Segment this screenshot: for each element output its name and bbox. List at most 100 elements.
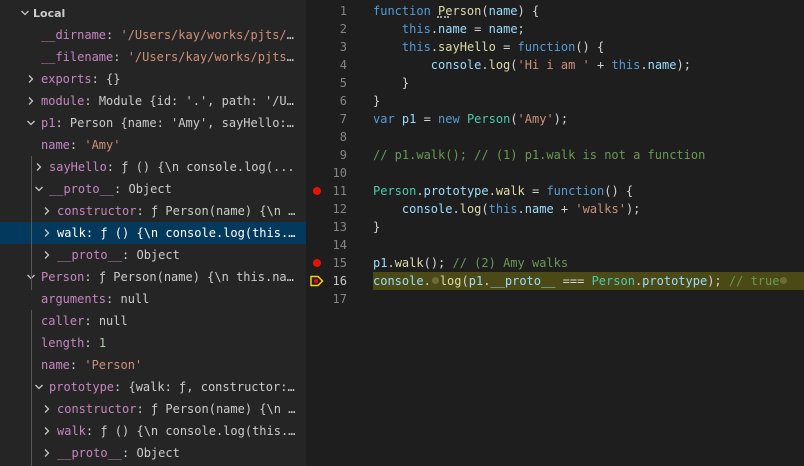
variable-row[interactable]: __filename: '/Users/kay/works/pjts/test.… (0, 46, 306, 68)
variable-value: ƒ () {\n console.log(... (121, 160, 295, 174)
variable-separator: : (84, 94, 99, 108)
code-text: } (373, 218, 380, 236)
code-line[interactable]: 4 console.log('Hi i am ' + this.name); (306, 56, 804, 74)
chevron-right-icon[interactable] (26, 90, 36, 112)
code-token: this (488, 202, 518, 216)
chevron-right-icon[interactable] (42, 200, 52, 222)
variable-entry: caller: null (41, 314, 300, 328)
line-number: 10 (332, 166, 347, 180)
inline-breakpoint-icon[interactable] (780, 277, 788, 284)
variable-row[interactable]: name: 'Amy' (0, 134, 306, 156)
code-line[interactable]: 16 console. log(p1.__proto__ === Person.pr… (306, 272, 804, 290)
code-token: name (647, 58, 677, 72)
variable-name: __proto__ (49, 182, 115, 196)
code-line[interactable]: 9 // p1.walk(); // (1) p1.walk is not a f… (306, 146, 804, 164)
code-token: name (488, 22, 518, 36)
code-line[interactable]: 17 (306, 290, 804, 308)
variable-row[interactable]: walk: ƒ () {\n console.log(this.n... (0, 222, 306, 244)
chevron-down-icon[interactable] (34, 178, 44, 200)
code-token: = (495, 40, 518, 54)
code-line[interactable]: 13} (306, 218, 804, 236)
variable-separator: : (85, 226, 101, 240)
variable-entry: __proto__: Object (49, 182, 300, 196)
chevron-right-icon[interactable] (26, 68, 36, 90)
variable-row[interactable]: __dirname: '/Users/kay/works/pjts/test/.… (0, 24, 306, 46)
inline-breakpoint-icon[interactable] (431, 277, 439, 284)
variable-value: '/Users/kay/works/pjts/test... (127, 50, 300, 64)
code-token: name (524, 202, 554, 216)
variable-row[interactable]: p1: Person {name: 'Amy', sayHello: ƒ} (0, 112, 306, 134)
code-token: . (387, 256, 395, 270)
line-number: 13 (332, 220, 347, 234)
variable-name: exports (41, 72, 92, 86)
code-line[interactable]: 2 this.name = name; (306, 20, 804, 38)
variable-row[interactable]: sayHello: ƒ () {\n console.log(... (0, 156, 306, 178)
variable-row[interactable]: __proto__: Object (0, 442, 306, 464)
variable-row[interactable]: length: 1 (0, 332, 306, 354)
variable-row[interactable]: caller: null (0, 310, 306, 332)
variable-name: constructor (57, 204, 137, 218)
line-number: 12 (332, 202, 347, 216)
variable-entry: walk: ƒ () {\n console.log(this.n... (57, 424, 300, 438)
variable-row[interactable]: __proto__: Object (0, 244, 306, 266)
code-token: = (416, 112, 439, 126)
variable-name: walk (57, 226, 86, 240)
code-line[interactable]: 12 console.log(this.name + 'walks'); (306, 200, 804, 218)
code-line[interactable]: 8 (306, 128, 804, 146)
variable-row[interactable]: Person: ƒ Person(name) {\n this.name... (0, 266, 306, 288)
variable-name: module (41, 94, 85, 108)
variable-row[interactable]: name: 'Person' (0, 354, 306, 376)
code-text: console.log('Hi i am ' + this.name); (373, 56, 691, 74)
variable-separator: : (114, 380, 129, 394)
code-token: console (373, 274, 424, 288)
code-line[interactable]: 11 Person.prototype.walk = function() { (306, 182, 804, 200)
variable-row[interactable]: constructor: ƒ Person(name) {\n t... (0, 200, 306, 222)
line-number: 15 (332, 256, 347, 270)
code-line[interactable]: 1 function Person(name) { (306, 2, 804, 20)
variable-entry: __filename: '/Users/kay/works/pjts/test.… (41, 50, 300, 64)
chevron-right-icon[interactable] (42, 442, 52, 464)
code-editor[interactable]: 1 function Person(name) {2 this.name = na… (306, 0, 804, 466)
code-line[interactable]: 7 var p1 = new Person('Amy'); (306, 110, 804, 128)
line-number: 17 (332, 292, 347, 306)
code-token: name (488, 4, 518, 18)
chevron-down-icon[interactable] (20, 2, 30, 24)
code-line[interactable]: 3 this.sayHello = function() { (306, 38, 804, 56)
variable-row[interactable]: module: Module {id: '.', path: '/Users/.… (0, 90, 306, 112)
code-token: ); (707, 274, 729, 288)
variable-row[interactable]: walk: ƒ () {\n console.log(this.n... (0, 420, 306, 442)
code-token: sayHello (438, 40, 496, 54)
indent-guide (31, 310, 32, 466)
chevron-right-icon[interactable] (42, 398, 52, 420)
variable-separator: : (84, 336, 99, 350)
chevron-down-icon[interactable] (26, 112, 36, 134)
variable-row[interactable]: constructor: ƒ Person(name) {\n t... (0, 398, 306, 420)
code-line[interactable]: 10 (306, 164, 804, 182)
code-text: var p1 = new Person('Amy'); (373, 110, 568, 128)
variable-entry: Person: ƒ Person(name) {\n this.name... (41, 270, 300, 284)
code-token: this (401, 40, 431, 54)
line-number: 16 (332, 274, 347, 288)
chevron-right-icon[interactable] (42, 222, 52, 244)
code-token: this (401, 22, 431, 36)
code-token: Person (466, 112, 511, 126)
code-line[interactable]: 15 p1.walk(); // (2) Amy walks (306, 254, 804, 272)
line-number: 2 (339, 22, 347, 36)
code-line[interactable]: 5 } (306, 74, 804, 92)
chevron-down-icon[interactable] (34, 376, 44, 398)
code-line[interactable]: 6} (306, 92, 804, 110)
variable-row[interactable]: arguments: null (0, 288, 306, 310)
code-token: ; (517, 22, 525, 36)
chevron-right-icon[interactable] (42, 244, 52, 266)
variable-row[interactable]: exports: {} (0, 68, 306, 90)
code-token: p1 (401, 112, 417, 126)
code-line[interactable]: 14 (306, 236, 804, 254)
code-text: console.log(this.name + 'walks'); (373, 200, 641, 218)
chevron-right-icon[interactable] (34, 156, 44, 178)
local-scope-header[interactable]: Local (0, 2, 306, 24)
chevron-right-icon[interactable] (42, 420, 52, 442)
code-token: name (438, 22, 467, 36)
variable-value: ƒ () {\n console.log(this.n... (100, 226, 300, 240)
variable-row[interactable]: prototype: {walk: ƒ, constructor: ƒ} (0, 376, 306, 398)
variable-row[interactable]: __proto__: Object (0, 178, 306, 200)
